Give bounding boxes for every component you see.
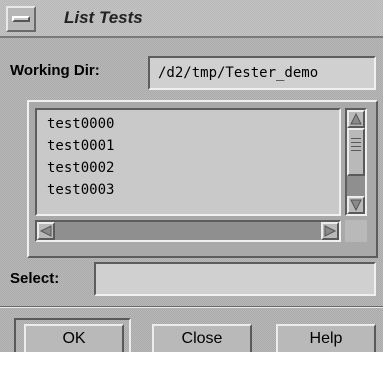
window-title: List Tests bbox=[64, 8, 143, 27]
separator bbox=[0, 306, 383, 308]
test-list[interactable]: test0000 test0001 test0002 test0003 bbox=[35, 108, 341, 216]
arrow-left-icon bbox=[39, 225, 52, 237]
vertical-scroll-thumb[interactable] bbox=[347, 128, 365, 176]
test-list-frame: test0000 test0001 test0002 test0003 bbox=[27, 100, 378, 258]
select-field[interactable] bbox=[94, 262, 376, 296]
close-button[interactable]: Close bbox=[152, 324, 252, 352]
list-item[interactable]: test0000 bbox=[47, 116, 114, 132]
scroll-right-button[interactable] bbox=[321, 222, 339, 240]
help-button[interactable]: Help bbox=[276, 324, 376, 352]
arrow-right-icon bbox=[324, 225, 337, 237]
arrow-up-icon bbox=[350, 112, 362, 125]
scrollbar-corner bbox=[345, 220, 367, 242]
scroll-down-button[interactable] bbox=[347, 196, 365, 214]
ok-button[interactable]: OK bbox=[24, 324, 124, 352]
window-menu-icon bbox=[12, 16, 30, 22]
list-item[interactable]: test0003 bbox=[47, 182, 114, 198]
scroll-left-button[interactable] bbox=[37, 222, 55, 240]
arrow-down-icon bbox=[350, 199, 362, 212]
working-dir-value: /d2/tmp/Tester_demo bbox=[158, 65, 319, 81]
window-menu-button[interactable] bbox=[6, 6, 36, 32]
vertical-scrollbar[interactable] bbox=[345, 108, 367, 216]
list-tests-dialog: List Tests Working Dir: /d2/tmp/Tester_d… bbox=[0, 0, 383, 352]
select-label: Select: bbox=[10, 270, 60, 287]
scroll-up-button[interactable] bbox=[347, 110, 365, 128]
list-item[interactable]: test0001 bbox=[47, 138, 114, 154]
list-item[interactable]: test0002 bbox=[47, 160, 114, 176]
title-bar[interactable]: List Tests bbox=[0, 0, 383, 38]
horizontal-scrollbar[interactable] bbox=[35, 220, 341, 242]
working-dir-label: Working Dir: bbox=[10, 62, 100, 79]
working-dir-field[interactable]: /d2/tmp/Tester_demo bbox=[148, 56, 376, 90]
